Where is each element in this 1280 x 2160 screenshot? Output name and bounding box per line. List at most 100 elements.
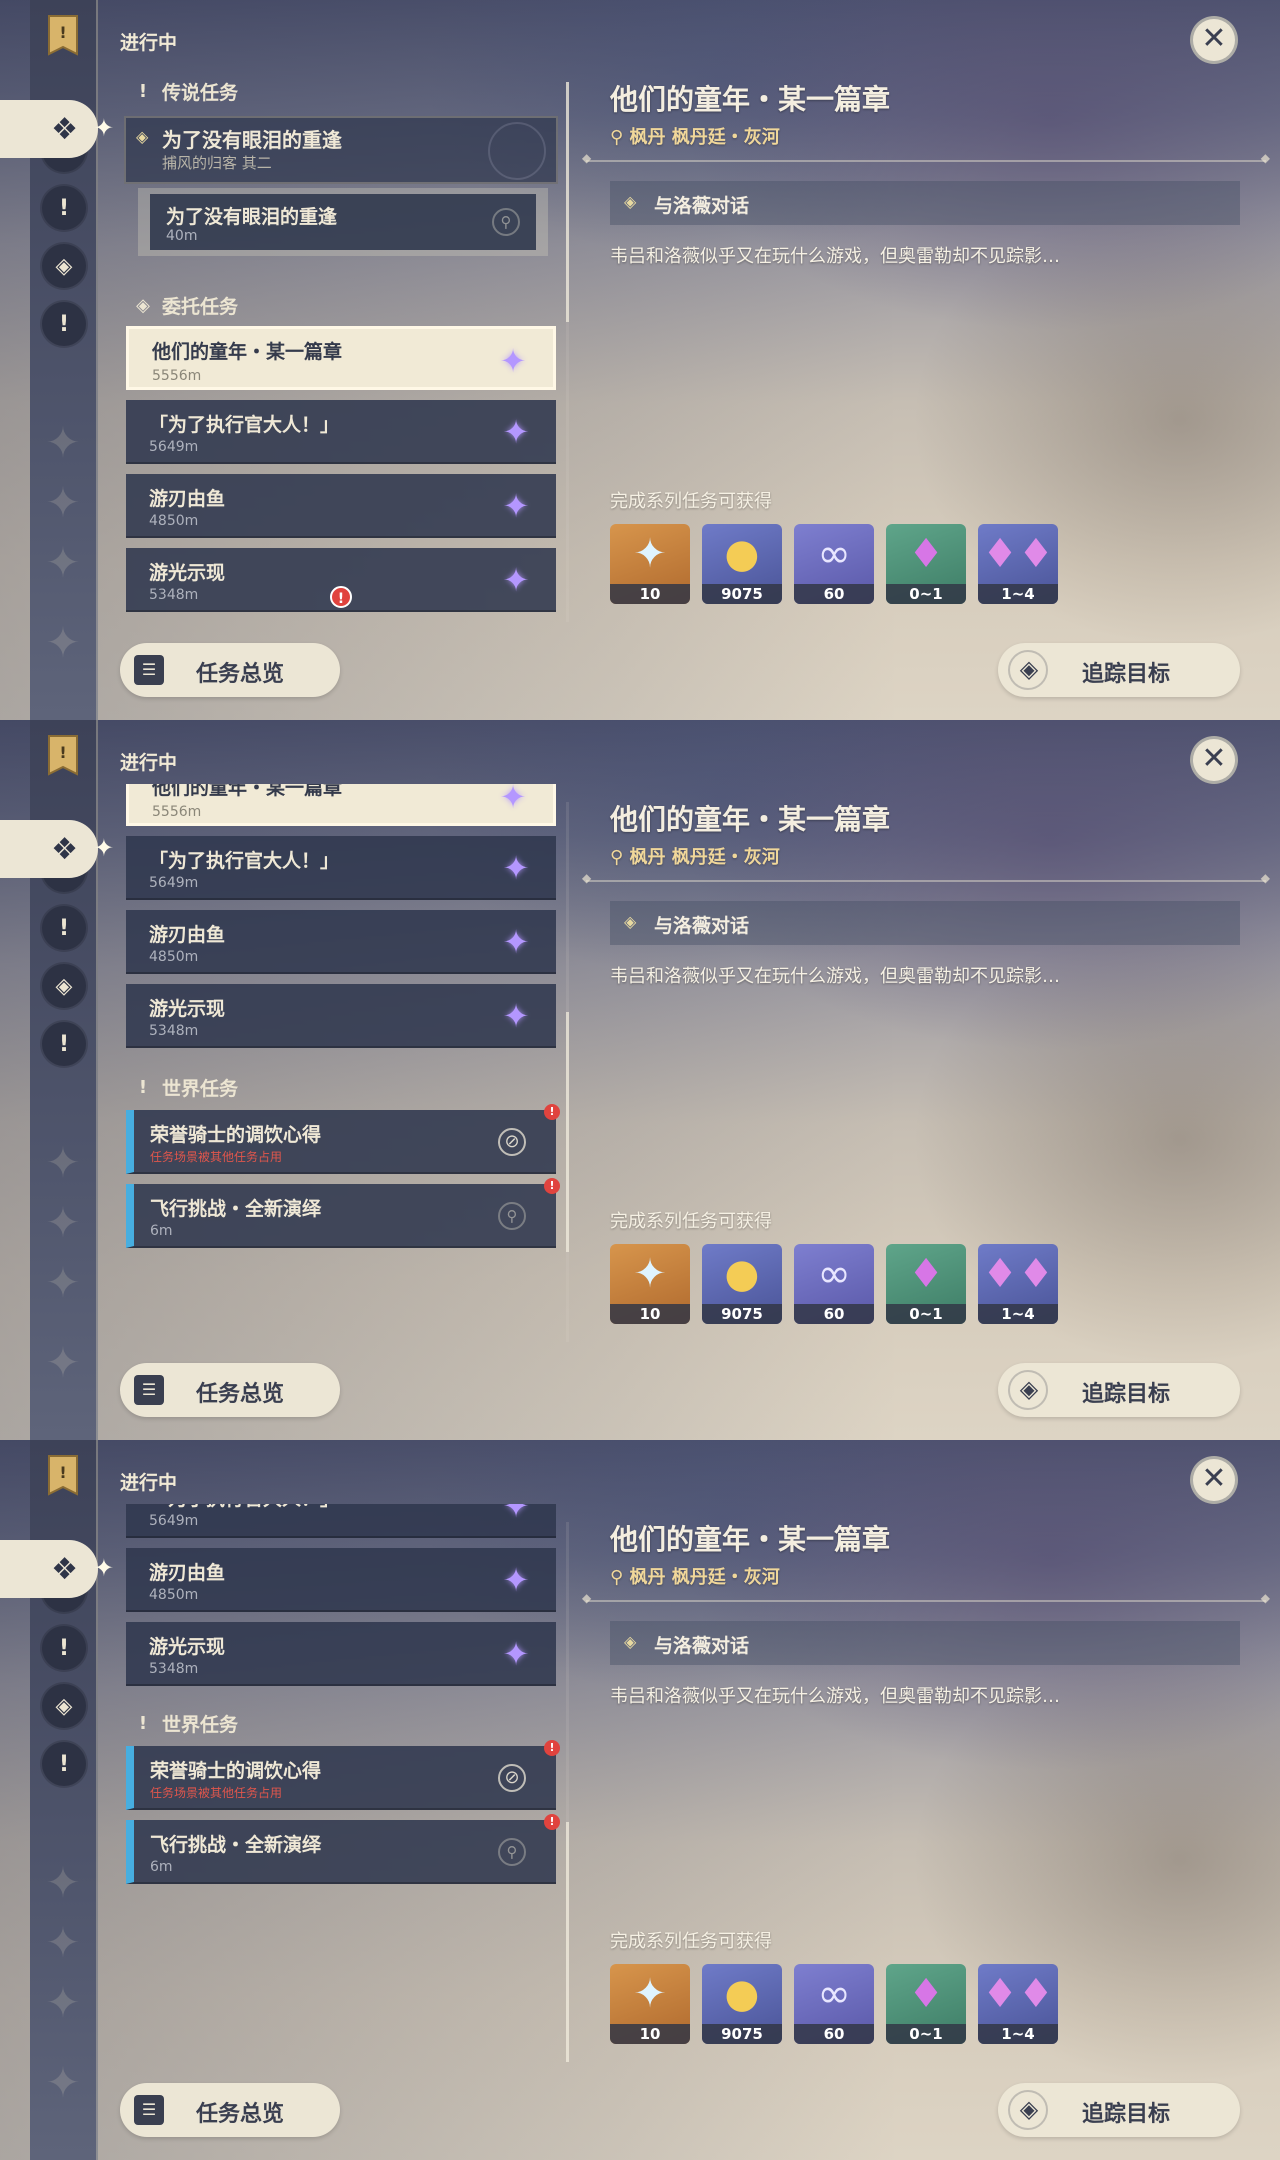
in-progress-heading: 进行中 — [120, 752, 178, 774]
legend-step-title: 为了没有眼泪的重逢 — [166, 206, 338, 228]
world-category-icon[interactable]: ! — [42, 1742, 86, 1786]
quest-item[interactable]: 游刃由鱼 4850m ✦ — [126, 1548, 556, 1612]
flag-icon[interactable]: ! — [46, 1454, 80, 1498]
quest-item[interactable]: 「为了执行官大人！」 5649m ✦ — [126, 400, 556, 464]
rail-ornament-icon: ✦ — [45, 1918, 81, 1967]
commission-star-icon: ✦ — [499, 784, 527, 816]
quest-overview-button[interactable]: ☰ 任务总览 — [120, 643, 340, 697]
world-section-header: ! 世界任务 — [134, 1074, 238, 1101]
crystal-icon: ♦ — [908, 1971, 944, 2017]
svg-text:!: ! — [59, 1463, 66, 1482]
mora-icon: ● — [724, 1251, 760, 1297]
quest-item[interactable]: 游光示现 5348m ✦ — [126, 984, 556, 1048]
legend-quest-card[interactable]: ◈ 为了没有眼泪的重逢 捕风的归客 其二 — [124, 116, 558, 184]
diamond-icon: ◈ — [624, 912, 637, 931]
rail-ornament-icon: ✦ — [45, 1338, 81, 1387]
current-step: ◈ 与洛薇对话 — [610, 1621, 1240, 1665]
primogem-reward[interactable]: ✦ 10 — [610, 1244, 690, 1324]
flag-icon[interactable]: ! — [46, 734, 80, 778]
mora-reward[interactable]: ● 9075 — [702, 1964, 782, 2044]
quest-title: 他们的童年・某一篇章 — [610, 1523, 891, 1556]
quest-list-scrollbar[interactable] — [566, 82, 569, 622]
reward-label: 完成系列任务可获得 — [610, 491, 772, 512]
quest-description: 韦吕和洛薇似乎又在玩什么游戏，但奥雷勒却不见踪影… — [610, 246, 1060, 267]
quest-screen-2: ! ⚜ ! ◈ ! ✦ ✦ ✦ ✦ ❖✦ 进行中 他们的童年・某一篇章 5556… — [0, 720, 1280, 1440]
crystal-cluster-reward[interactable]: ♦♦ 1~4 — [978, 524, 1058, 604]
world-quest-item[interactable]: 飞行挑战・全新演绎 6m ⚲ ! — [126, 1814, 560, 1884]
quest-list[interactable]: 「为了执行官大人！」 5649m ✦ 游刃由鱼 4850m ✦ 游光示现 534… — [120, 1504, 565, 2064]
quest-overview-button[interactable]: ☰ 任务总览 — [120, 2083, 340, 2137]
crystal-cluster-reward[interactable]: ♦♦ 1~4 — [978, 1244, 1058, 1324]
world-quest-item[interactable]: 荣誉骑士的调饮心得 任务场景被其他任务占用 ⊘ ! — [126, 1104, 560, 1174]
divider — [582, 151, 1270, 165]
quest-item[interactable]: 游刃由鱼 4850m ✦ — [126, 474, 556, 538]
rail-ornament-icon: ✦ — [45, 1258, 81, 1307]
world-quest-item[interactable]: 飞行挑战・全新演绎 6m ⚲ ! — [126, 1178, 560, 1248]
quest-list-scrollbar[interactable] — [566, 1522, 569, 2062]
exclamation-category-icon[interactable]: ! — [42, 186, 86, 230]
sparkle-icon: ✦ — [93, 114, 114, 142]
quest-item-selected[interactable]: 他们的童年・某一篇章 5556m ✦ — [126, 326, 556, 390]
quest-list[interactable]: 他们的童年・某一篇章 5556m ✦ 「为了执行官大人！」 5649m ✦ 游刃… — [120, 784, 565, 1344]
quest-detail: 他们的童年・某一篇章 ⚲ 枫丹 枫丹廷・灰河 ◈ 与洛薇对话 韦吕和洛薇似乎又在… — [582, 0, 1270, 720]
mora-icon: ● — [724, 1971, 760, 2017]
commission-star-icon: ✦ — [502, 1635, 530, 1673]
commission-category-icon[interactable]: ◈ — [42, 244, 86, 288]
primogem-reward[interactable]: ✦ 10 — [610, 524, 690, 604]
quest-detail: 他们的童年・某一篇章 ⚲ 枫丹 枫丹廷・灰河 ◈ 与洛薇对话 韦吕和洛薇似乎又在… — [582, 1440, 1270, 2160]
crystal-reward[interactable]: ♦ 0~1 — [886, 1964, 966, 2044]
alert-icon: ! — [544, 1740, 560, 1756]
sparkle-icon: ✦ — [93, 834, 114, 862]
companionship-exp-reward[interactable]: ∞ 60 — [794, 1244, 874, 1324]
mora-reward[interactable]: ● 9075 — [702, 1244, 782, 1324]
all-quests-tab[interactable]: ❖ ✦ — [0, 1540, 114, 1598]
commission-star-icon: ✦ — [502, 561, 530, 599]
quest-title: 他们的童年・某一篇章 — [610, 803, 891, 836]
quest-list-scrollbar[interactable] — [566, 802, 569, 1342]
quest-item[interactable]: 游光示现 5348m ✦ — [126, 1622, 556, 1686]
quest-list[interactable]: ! 传说任务 ◈ 为了没有眼泪的重逢 捕风的归客 其二 为了没有眼泪的重逢 40… — [120, 58, 565, 618]
rail-ornament-icon: ✦ — [45, 418, 81, 467]
all-quests-tab[interactable]: ❖ ✦ — [0, 820, 114, 878]
quest-item[interactable]: 「为了执行官大人！」 5649m ✦ — [126, 836, 556, 900]
exclamation-icon: ! — [138, 1713, 148, 1734]
commission-star-icon: ✦ — [502, 923, 530, 961]
companionship-exp-reward[interactable]: ∞ 60 — [794, 1964, 874, 2044]
quest-screen-1: ! ⚜ ! ◈ ! ✦ ✦ ✦ ✦ ❖✦ 进行中 ! 传说任务 ◈ 为了没有眼泪… — [0, 0, 1280, 720]
primogem-icon: ✦ — [633, 531, 667, 577]
crystal-reward[interactable]: ♦ 0~1 — [886, 1244, 966, 1324]
world-quest-item[interactable]: 荣誉骑士的调饮心得 任务场景被其他任务占用 ⊘ ! — [126, 1740, 560, 1810]
companionship-exp-reward[interactable]: ∞ 60 — [794, 524, 874, 604]
exclamation-category-icon[interactable]: ! — [42, 1626, 86, 1670]
reward-label: 完成系列任务可获得 — [610, 1931, 772, 1952]
in-progress-heading: 进行中 — [120, 32, 178, 54]
exclamation-category-icon[interactable]: ! — [42, 906, 86, 950]
rail-ornament-icon: ✦ — [45, 618, 81, 667]
quest-location: ⚲ 枫丹 枫丹廷・灰河 — [610, 847, 780, 868]
crystal-reward[interactable]: ♦ 0~1 — [886, 524, 966, 604]
world-category-icon[interactable]: ! — [42, 302, 86, 346]
crystal-icon: ♦ — [908, 1251, 944, 1297]
legend-step-card[interactable]: 为了没有眼泪的重逢 40m ⚲ — [138, 188, 548, 256]
location-pin-icon: ⚲ — [492, 208, 520, 236]
rail-ornament-icon: ✦ — [45, 1198, 81, 1247]
commission-star-icon: ✦ — [502, 1561, 530, 1599]
crystal-cluster-reward[interactable]: ♦♦ 1~4 — [978, 1964, 1058, 2044]
quest-overview-button[interactable]: ☰ 任务总览 — [120, 1363, 340, 1417]
reward-list: ✦ 10 ● 9075 ∞ 60 ♦ 0~1 ♦♦ 1~4 — [610, 1244, 1058, 1324]
in-progress-heading: 进行中 — [120, 1472, 178, 1494]
crystal-cluster-icon: ♦♦ — [982, 531, 1054, 577]
quest-item[interactable]: 「为了执行官大人！」 5649m ✦ — [126, 1504, 556, 1538]
alert-icon: ! — [544, 1814, 560, 1830]
quest-location: ⚲ 枫丹 枫丹廷・灰河 — [610, 127, 780, 148]
world-category-icon[interactable]: ! — [42, 1022, 86, 1066]
commission-category-icon[interactable]: ◈ — [42, 1684, 86, 1728]
quest-item-selected[interactable]: 他们的童年・某一篇章 5556m ✦ — [126, 784, 556, 826]
quest-item[interactable]: 游刃由鱼 4850m ✦ — [126, 910, 556, 974]
primogem-reward[interactable]: ✦ 10 — [610, 1964, 690, 2044]
commission-category-icon[interactable]: ◈ — [42, 964, 86, 1008]
mora-reward[interactable]: ● 9075 — [702, 524, 782, 604]
all-quests-tab[interactable]: ❖ ✦ — [0, 100, 114, 158]
rail-ornament-icon: ✦ — [45, 478, 81, 527]
flag-icon[interactable]: ! — [46, 14, 80, 58]
